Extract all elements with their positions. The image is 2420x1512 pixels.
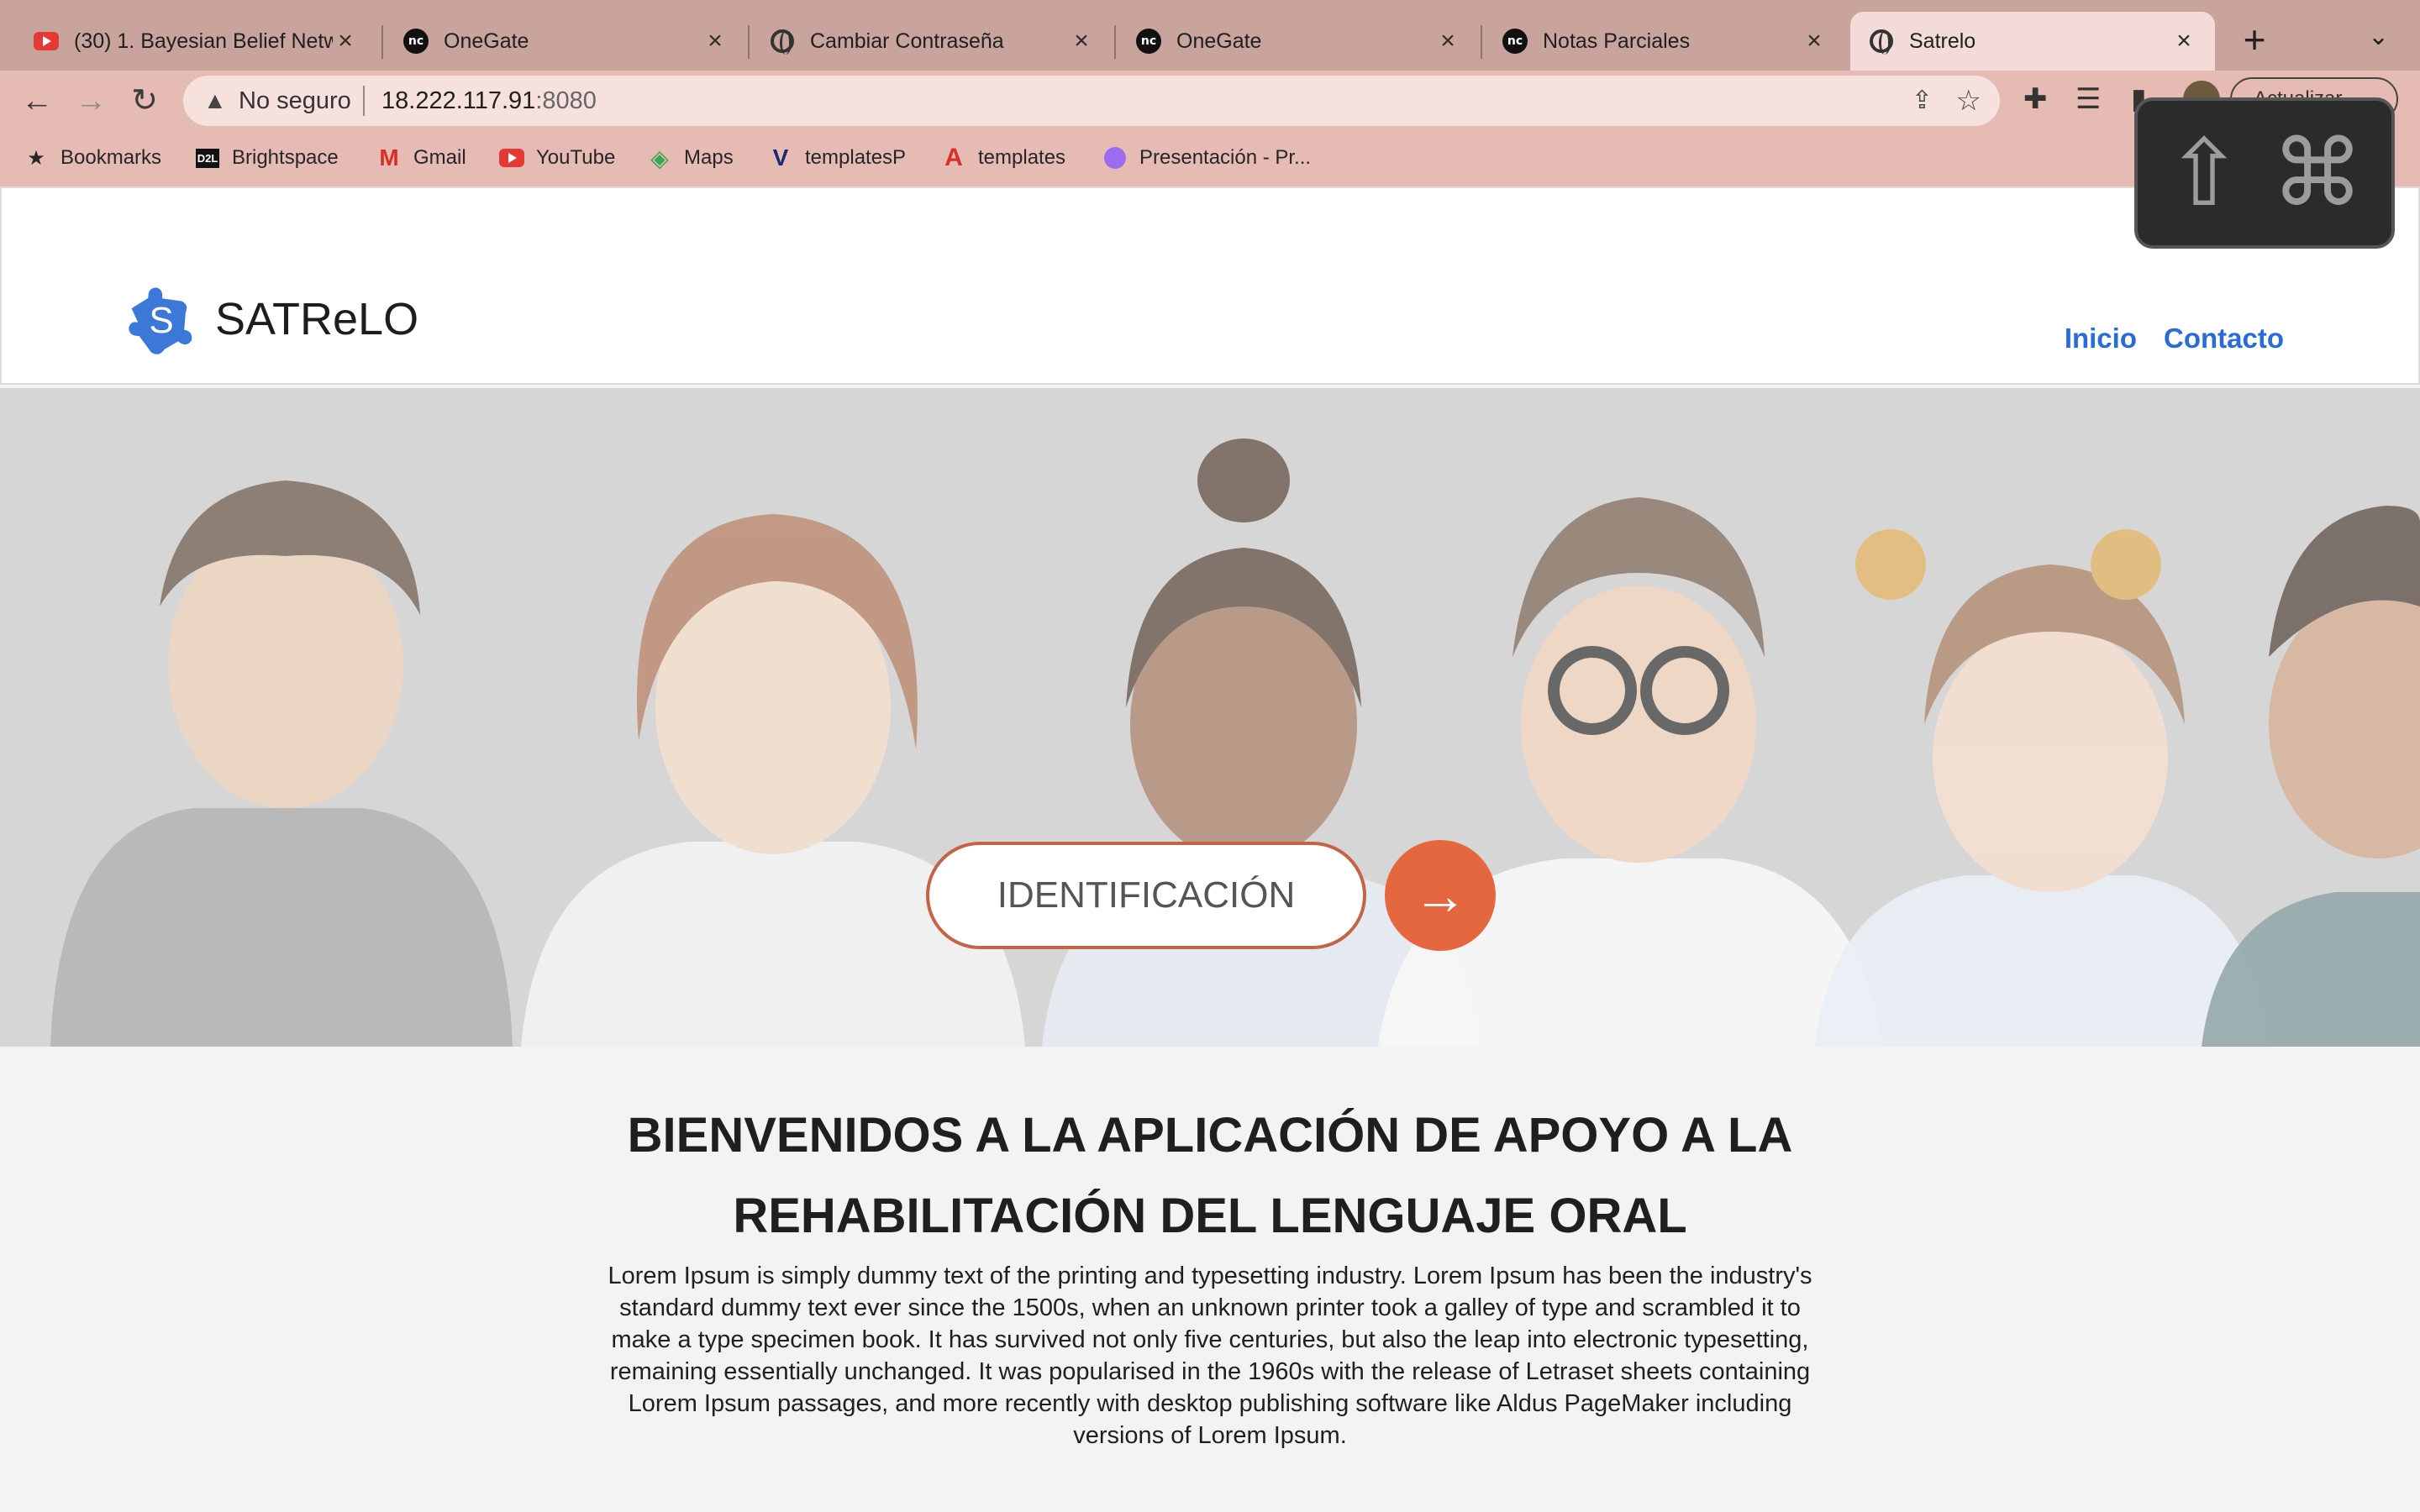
close-icon[interactable]: × [702,27,728,55]
bookmark-item[interactable]: ◈ Maps [647,143,734,173]
bookmarks-bar: ★ Bookmarks D2L Brightspace M Gmail YouT… [0,131,2420,185]
chevron-down-icon[interactable]: ⌄ [2368,22,2389,51]
tab-title: (30) 1. Bayesian Belief Netw [74,29,333,53]
intro-paragraph: Lorem Ipsum is simply dummy text of the … [608,1263,1812,1449]
tab-separator [1114,25,1116,59]
bookmark-label: templates [978,146,1066,169]
tab-separator [1481,25,1482,59]
maps-icon: ◈ [650,144,669,171]
onegate-icon: nc [1136,29,1161,54]
bookmark-label: Maps [684,146,734,169]
bookmark-star-icon[interactable]: ☆ [1956,84,1981,118]
onegate-icon: nc [1502,29,1528,54]
tab-title: OneGate [444,29,529,53]
media-queue-icon[interactable]: ☰ [2075,82,2101,116]
bookmark-label: Gmail [413,146,466,169]
bookmark-label: Presentación - Pr... [1139,146,1312,169]
brand-name: SATReLO [215,294,419,344]
bookmark-item[interactable]: Presentación - Pr... [1102,143,1311,173]
svg-text:S: S [149,300,173,341]
presentation-icon [1102,145,1128,171]
identification-group: IDENTIFICACIÓN → [926,840,1496,951]
bookmark-label: templatesP [805,146,907,169]
extensions-icon[interactable]: ✚ [2023,82,2048,116]
bookmark-item[interactable]: YouTube [499,143,615,173]
tab-title: Notas Parciales [1543,29,1691,53]
back-button[interactable]: ← [15,79,59,123]
close-icon[interactable]: × [1069,27,1094,55]
onegate-icon: nc [403,29,429,54]
warning-icon[interactable]: ▲ [203,87,227,114]
star-icon: ★ [27,146,45,170]
tab-cambiar-contrasena[interactable]: Cambiar Contraseña × [751,12,1113,71]
tab-title: Cambiar Contraseña [810,29,1004,53]
bookmark-label: Bookmarks [60,146,162,169]
url-text[interactable]: 18.222.117.91:8080 [381,87,597,115]
main-content: BIENVENIDOS A LA APLICACIÓN DE APOYO A L… [0,1047,2420,1512]
nav-home-link[interactable]: Inicio [2065,323,2137,354]
browser-toolbar: ← → ↻ ▲ No seguro 18.222.117.91:8080 ⇪ ☆… [0,71,2420,131]
tab-title: OneGate [1176,29,1262,53]
close-icon[interactable]: × [1802,27,1827,55]
url-host: 18.222.117.91 [381,87,536,114]
close-icon[interactable]: × [1435,27,1460,55]
bookmark-item[interactable]: A templates [941,143,1065,173]
puzzle-logo-icon: S [129,287,192,354]
tab-separator [381,25,383,59]
bookmark-item[interactable]: ★ Bookmarks [24,143,161,173]
bookmark-item[interactable]: D2L Brightspace [195,143,339,173]
tab-title: Satrelo [1909,29,1976,53]
bookmark-label: YouTube [536,146,616,169]
tab-strip: (30) 1. Bayesian Belief Netw × nc OneGat… [0,0,2420,71]
shift-key-icon: ⇧ [2165,122,2244,225]
divider [363,86,365,116]
reload-button[interactable]: ↻ [123,79,166,123]
bookmark-item[interactable]: M Gmail [376,143,466,173]
web-page: S SATReLO Inicio Contacto IDENTIFICACIÓN… [0,186,2420,1512]
site-logo[interactable]: S SATReLO [119,277,418,361]
security-label[interactable]: No seguro [239,87,351,115]
globe-icon [770,29,795,55]
command-key-icon: ⌘ [2271,122,2365,225]
tab-separator [748,25,750,59]
share-icon[interactable]: ⇪ [1912,86,1933,115]
bookmark-label: Brightspace [232,146,339,169]
go-button[interactable]: → [1385,840,1496,951]
url-port: :8080 [535,87,597,114]
tab-satrelo[interactable]: Satrelo × [1850,12,2215,71]
tab-notas-parciales[interactable]: nc Notas Parciales × [1484,12,1845,71]
youtube-icon [34,29,59,54]
tab-onegate[interactable]: nc OneGate × [385,12,746,71]
globe-icon [1869,29,1894,55]
bookmark-item[interactable]: V templatesP [768,143,906,173]
arrow-right-icon: → [1413,865,1467,926]
close-icon[interactable]: × [2171,27,2196,55]
site-header: S SATReLO Inicio Contacto [0,186,2420,385]
gmail-icon: M [379,144,399,171]
keyboard-shortcut-overlay: ⇧ ⌘ [2134,97,2395,249]
tab-youtube[interactable]: (30) 1. Bayesian Belief Netw × [15,12,376,71]
templatesp-icon: V [772,144,789,171]
page-title: BIENVENIDOS A LA APLICACIÓN DE APOYO A L… [627,1108,1793,1243]
close-icon[interactable]: × [333,27,358,55]
templates-icon: A [944,144,963,171]
site-nav: Inicio Contacto [2065,323,2284,354]
nav-contact-link[interactable]: Contacto [2164,323,2284,354]
d2l-icon: D2L [195,145,220,171]
address-bar[interactable]: ▲ No seguro 18.222.117.91:8080 ⇪ ☆ [183,76,2000,126]
tab-onegate-2[interactable]: nc OneGate × [1118,12,1479,71]
browser-chrome: (30) 1. Bayesian Belief Netw × nc OneGat… [0,0,2420,186]
youtube-icon [499,145,524,171]
forward-button[interactable]: → [69,79,113,123]
identification-button[interactable]: IDENTIFICACIÓN [926,842,1366,949]
new-tab-button[interactable]: + [2233,18,2275,60]
